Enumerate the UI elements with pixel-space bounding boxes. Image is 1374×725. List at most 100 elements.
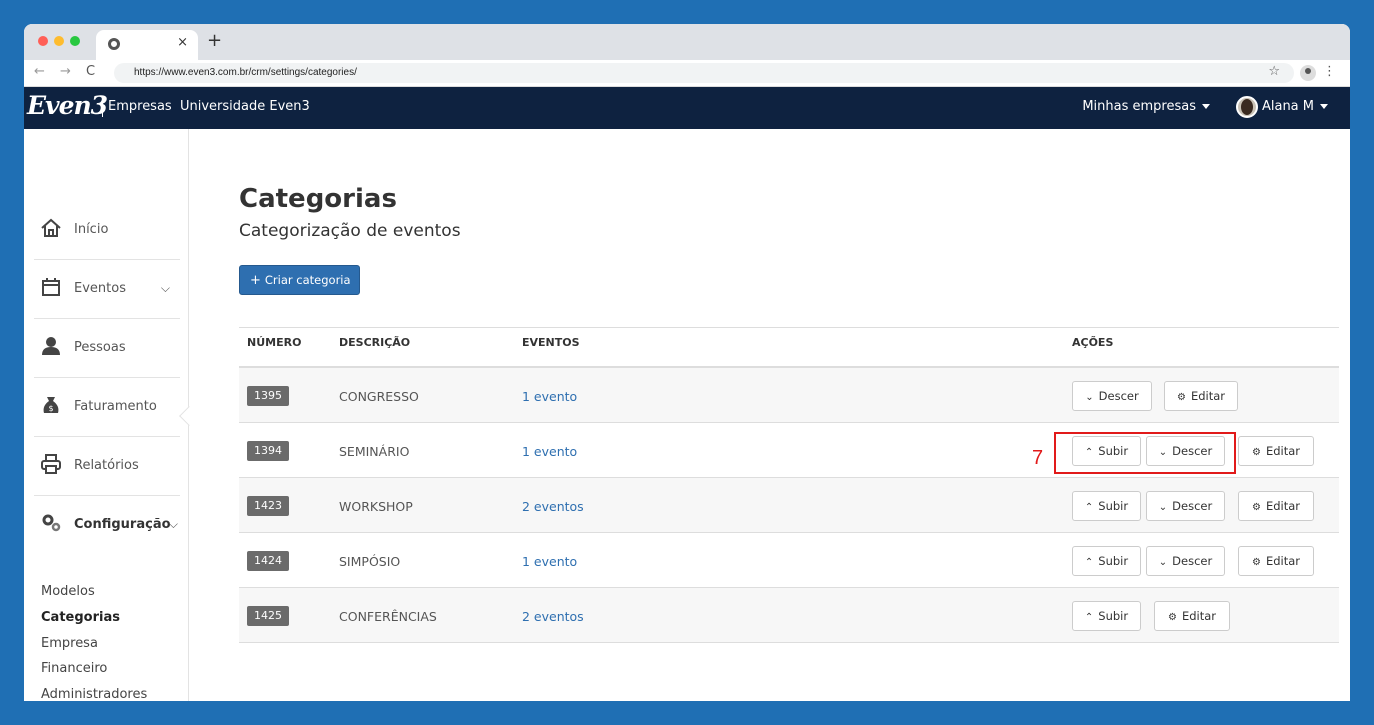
plus-icon: +	[250, 273, 261, 288]
column-header-descricao: DESCRIÇÃO	[339, 336, 411, 349]
button-label: Descer	[1172, 499, 1213, 513]
descer-button[interactable]: ⌄ Descer	[1072, 381, 1152, 411]
create-category-label: Criar categoria	[264, 273, 351, 287]
minimize-window-button[interactable]	[54, 36, 64, 46]
category-events-link[interactable]: 2 eventos	[522, 609, 584, 624]
empresas-label: Empresas	[108, 99, 172, 114]
button-label: Descer	[1098, 389, 1139, 403]
brand-divider	[102, 97, 103, 117]
editar-button[interactable]: ⚙ Editar	[1154, 601, 1230, 631]
subir-button[interactable]: ⌃ Subir	[1072, 601, 1141, 631]
user-name: Alana M	[1261, 99, 1314, 114]
sidebar-subitem-administradores[interactable]: Administradores	[41, 687, 147, 701]
printer-icon	[41, 454, 61, 474]
category-description: CONFERÊNCIAS	[339, 609, 437, 624]
sidebar-item-pessoas[interactable]: Pessoas	[34, 319, 180, 378]
highlight-box	[1054, 432, 1236, 474]
column-header-acoes: AÇÕES	[1072, 336, 1114, 349]
category-events-link[interactable]: 2 eventos	[522, 499, 584, 514]
editar-button[interactable]: ⚙ Editar	[1164, 381, 1238, 411]
chevron-up-icon: ⌃	[1084, 502, 1094, 513]
sidebar-item-label: Início	[74, 222, 109, 237]
sidebar-subitem-empresa[interactable]: Empresa	[41, 636, 98, 651]
table-row: 1425 CONFERÊNCIAS 2 eventos ⌃ Subir ⚙ Edit…	[239, 588, 1339, 643]
sidebar-subitem-modelos[interactable]: Modelos	[41, 584, 95, 599]
category-events-link[interactable]: 1 evento	[522, 554, 577, 569]
button-label: Subir	[1098, 609, 1129, 623]
sidebar-subitem-categorias[interactable]: Categorias	[41, 610, 120, 625]
gears-icon	[42, 514, 61, 532]
subir-button[interactable]: ⌃ Subir	[1072, 546, 1141, 576]
minhas-empresas-dropdown[interactable]: Minhas empresas	[1082, 99, 1210, 114]
chevron-up-icon: ⌃	[1084, 557, 1094, 568]
gears-icon: ⚙	[1167, 612, 1177, 623]
browser-profile-icon[interactable]	[1300, 65, 1316, 81]
sidebar-item-label: Eventos	[74, 281, 126, 296]
sidebar-item-eventos[interactable]: Eventos ⌵	[34, 260, 180, 319]
back-icon[interactable]: ←	[34, 64, 45, 79]
gears-icon: ⚙	[1251, 502, 1261, 513]
home-icon	[41, 218, 61, 237]
minhas-empresas-label: Minhas empresas	[1082, 99, 1196, 114]
editar-button[interactable]: ⚙ Editar	[1238, 491, 1314, 521]
bookmark-star-icon[interactable]: ☆	[1268, 64, 1280, 79]
universidade-link[interactable]: Universidade Even3	[180, 99, 310, 114]
category-description: CONGRESSO	[339, 389, 419, 404]
forward-icon[interactable]: →	[60, 64, 71, 79]
column-header-numero: NÚMERO	[247, 336, 302, 349]
sidebar-item-faturamento[interactable]: $ Faturamento	[34, 378, 180, 437]
table-row: 1423 WORKSHOP 2 eventos ⌃ Subir ⌄ Descer ⚙…	[239, 478, 1339, 533]
sidebar-item-label: Relatórios	[74, 458, 139, 473]
close-window-button[interactable]	[38, 36, 48, 46]
page-subtitle: Categorização de eventos	[239, 221, 461, 241]
category-events-link[interactable]: 1 evento	[522, 444, 577, 459]
address-bar: ← → C https://www.even3.com.br/crm/setti…	[24, 60, 1350, 87]
favicon-icon	[108, 38, 120, 50]
sidebar-item-relatorios[interactable]: Relatórios	[34, 437, 180, 496]
category-number-badge: 1423	[247, 496, 289, 516]
user-menu-dropdown[interactable]: Alana M	[1262, 99, 1328, 114]
reload-icon[interactable]: C	[86, 64, 95, 79]
chevron-down-icon: ⌄	[1158, 557, 1168, 568]
button-label: Editar	[1181, 609, 1216, 623]
editar-button[interactable]: ⚙ Editar	[1238, 546, 1314, 576]
money-bag-icon: $	[43, 397, 59, 413]
gears-icon: ⚙	[1251, 447, 1261, 458]
categories-table: NÚMERO DESCRIÇÃO EVENTOS AÇÕES 1395 CONG…	[239, 327, 1339, 643]
url-field[interactable]: https://www.even3.com.br/crm/settings/ca…	[114, 63, 1294, 83]
chevron-down-icon: ⌄	[1085, 392, 1094, 403]
category-number-badge: 1394	[247, 441, 289, 461]
chevron-down-icon: ⌄	[1158, 502, 1168, 513]
app-header: Even3 Empresas Universidade Even3 Minhas…	[24, 87, 1350, 129]
even3-logo[interactable]: Even3	[27, 91, 108, 120]
sidebar-item-label: Pessoas	[74, 340, 126, 355]
button-label: Editar	[1190, 389, 1225, 403]
category-description: WORKSHOP	[339, 499, 413, 514]
subir-button[interactable]: ⌃ Subir	[1072, 491, 1141, 521]
category-number-badge: 1395	[247, 386, 289, 406]
new-tab-button[interactable]: +	[207, 30, 222, 51]
category-events-link[interactable]: 1 evento	[522, 389, 577, 404]
sidebar-item-configuracao[interactable]: Configuração ⌵	[34, 496, 180, 555]
avatar[interactable]	[1236, 96, 1258, 118]
create-category-button[interactable]: + Criar categoria	[239, 265, 360, 295]
sidebar-item-inicio[interactable]: Início	[34, 201, 180, 260]
descer-button[interactable]: ⌄ Descer	[1146, 546, 1225, 576]
tab-bar: × +	[24, 24, 1350, 60]
tab-close-icon[interactable]: ×	[177, 35, 188, 50]
browser-tab[interactable]: ×	[96, 30, 198, 60]
category-description: SIMPÓSIO	[339, 554, 401, 569]
sidebar-item-label: Faturamento	[74, 399, 157, 414]
svg-text:$: $	[48, 404, 53, 413]
column-header-eventos: EVENTOS	[522, 336, 580, 349]
descer-button[interactable]: ⌄ Descer	[1146, 491, 1225, 521]
browser-menu-icon[interactable]: ⋮	[1323, 64, 1336, 79]
button-label: Descer	[1172, 554, 1213, 568]
gears-icon: ⚙	[1176, 392, 1186, 403]
category-description: SEMINÁRIO	[339, 444, 410, 459]
step-number-annotation: 7	[1032, 447, 1044, 469]
person-icon	[42, 337, 60, 355]
sidebar-subitem-financeiro[interactable]: Financeiro	[41, 661, 107, 676]
maximize-window-button[interactable]	[70, 36, 80, 46]
editar-button[interactable]: ⚙ Editar	[1238, 436, 1314, 466]
